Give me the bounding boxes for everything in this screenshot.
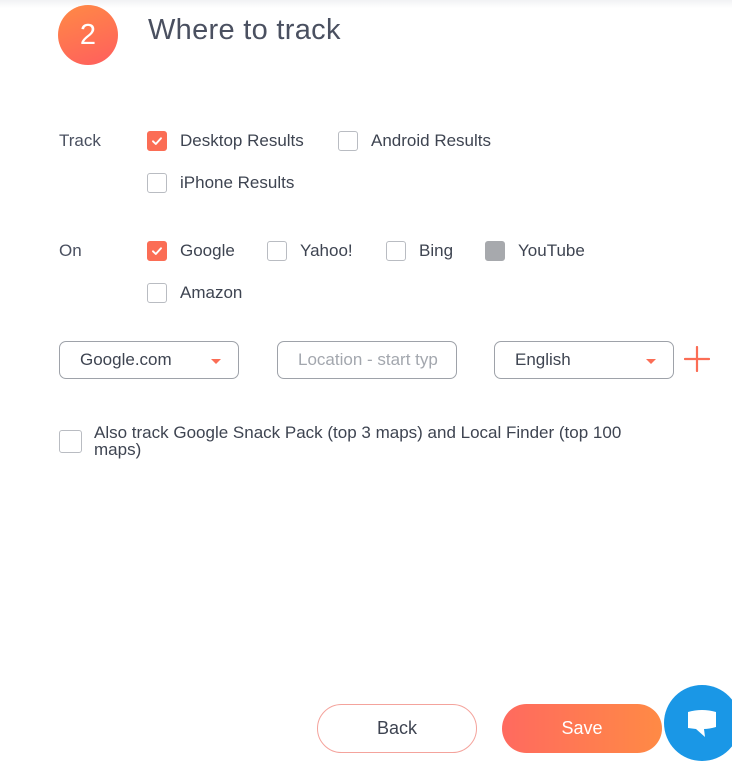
- checkbox-empty-icon: [386, 241, 406, 261]
- checkbox-empty-icon: [59, 430, 82, 453]
- checkbox-empty-icon: [147, 173, 167, 193]
- checkbox-label: iPhone Results: [180, 173, 295, 192]
- dropdown-caret-icon: [211, 359, 221, 364]
- checkbox-label: Android Results: [371, 131, 492, 150]
- checkbox-amazon[interactable]: Amazon: [147, 283, 242, 303]
- back-button[interactable]: Back: [317, 704, 477, 753]
- checkbox-empty-icon: [147, 283, 167, 303]
- location-input[interactable]: [277, 341, 457, 379]
- checkbox-label: Google: [180, 241, 235, 260]
- page-title: Where to track: [148, 14, 341, 46]
- checkbox-google[interactable]: Google: [147, 241, 235, 261]
- checkbox-label: Desktop Results: [180, 131, 304, 150]
- checkbox-label: Amazon: [180, 283, 243, 302]
- checkbox-label: Bing: [419, 241, 454, 260]
- search-engine-value: Google.com: [80, 350, 172, 369]
- checkbox-android-results[interactable]: Android Results: [338, 131, 491, 151]
- search-engine-select[interactable]: Google.com: [59, 341, 239, 379]
- save-button[interactable]: Save: [502, 704, 662, 753]
- checkbox-bing[interactable]: Bing: [386, 241, 453, 261]
- language-value: English: [515, 350, 571, 369]
- checkbox-empty-icon: [267, 241, 287, 261]
- checkbox-label: YouTube: [518, 241, 585, 260]
- where-to-track-page: 2 Where to track Track Desktop Results A…: [0, 0, 732, 778]
- snack-pack-label: Also track Google Snack Pack (top 3 maps…: [94, 423, 622, 459]
- top-shadow: [0, 0, 732, 8]
- checkbox-checked-icon: [147, 241, 167, 261]
- dropdown-caret-icon: [646, 359, 656, 364]
- checkbox-youtube[interactable]: YouTube: [485, 241, 585, 261]
- chat-widget-button[interactable]: [664, 685, 732, 761]
- language-select[interactable]: English: [494, 341, 674, 379]
- checkbox-label: Yahoo!: [300, 241, 353, 260]
- checkbox-disabled-icon: [485, 241, 505, 261]
- step-number-badge: 2: [58, 5, 118, 65]
- checkbox-snack-pack[interactable]: Also track Google Snack Pack (top 3 maps…: [59, 424, 659, 458]
- checkbox-checked-icon: [147, 131, 167, 151]
- track-label: Track: [59, 131, 101, 150]
- add-location-plus-icon[interactable]: [684, 346, 710, 372]
- checkbox-desktop-results[interactable]: Desktop Results: [147, 131, 304, 151]
- checkbox-yahoo[interactable]: Yahoo!: [267, 241, 353, 261]
- checkbox-iphone-results[interactable]: iPhone Results: [147, 173, 294, 193]
- chat-bubble-icon: [688, 710, 716, 737]
- checkbox-empty-icon: [338, 131, 358, 151]
- on-label: On: [59, 241, 82, 260]
